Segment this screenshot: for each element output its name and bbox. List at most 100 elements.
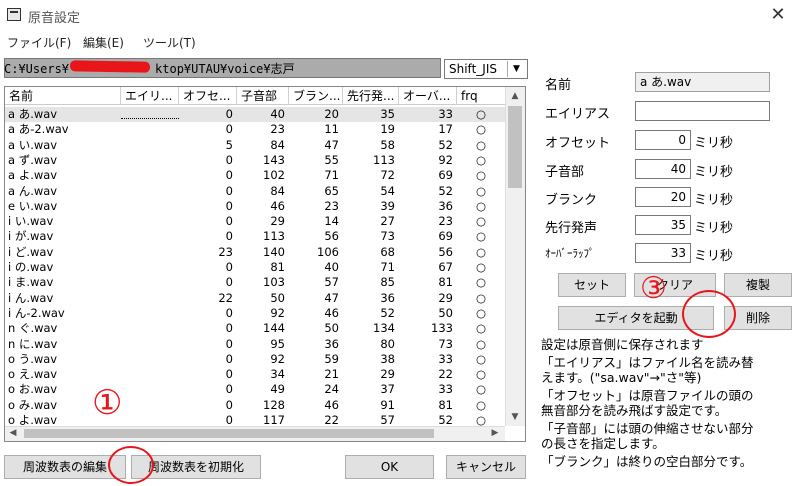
- cell-offset: 0: [225, 214, 233, 229]
- column-header-alias[interactable]: エイリ...: [121, 87, 179, 105]
- cell-alias: [121, 245, 179, 260]
- table-row[interactable]: o え.wav 0 34 21 29 22 ○: [5, 367, 505, 382]
- column-header-name[interactable]: 名前: [5, 87, 121, 105]
- cell-frq: ○: [475, 367, 487, 382]
- cell-preutterance: 85: [380, 275, 395, 290]
- cell-overlap: 73: [438, 336, 453, 351]
- cell-name: i ん.wav: [8, 290, 54, 305]
- cell-frq: ○: [475, 382, 487, 397]
- cell-consonant: 40: [270, 107, 285, 121]
- table-row[interactable]: o う.wav 0 92 59 38 33 ○: [5, 352, 505, 367]
- table-row[interactable]: o み.wav 0 128 46 91 81 ○: [5, 398, 505, 413]
- cell-offset: 0: [225, 305, 233, 320]
- cell-alias: [121, 275, 179, 290]
- title-bar: [0, 0, 800, 30]
- cell-blank: 55: [324, 152, 339, 167]
- vertical-scroll-thumb[interactable]: [508, 106, 522, 188]
- cell-alias: [121, 122, 179, 137]
- cell-blank: 50: [324, 321, 339, 336]
- set-button[interactable]: セット: [558, 273, 626, 297]
- blank-field[interactable]: 20: [635, 187, 691, 207]
- scroll-right-icon[interactable]: ▶: [487, 426, 503, 441]
- cell-frq: ○: [475, 244, 487, 259]
- cell-blank: 56: [324, 229, 339, 244]
- table-header: 名前 エイリ... オフセ... 子音部 ブラン... 先行発... オーバ..…: [5, 87, 505, 105]
- ok-button[interactable]: OK: [345, 455, 434, 479]
- cell-overlap: 92: [438, 152, 453, 167]
- column-header-frq[interactable]: frq: [457, 87, 505, 105]
- cell-overlap: 33: [438, 107, 453, 121]
- blank-label: ブランク: [545, 193, 598, 208]
- preutterance-unit: ミリ秒: [694, 221, 734, 236]
- menu-edit[interactable]: 編集(E): [83, 34, 124, 51]
- cell-offset: 0: [225, 382, 233, 397]
- duplicate-button[interactable]: 複製: [724, 273, 792, 297]
- table-row[interactable]: i い.wav 0 29 14 27 23 ○: [5, 214, 505, 229]
- column-header-overlap[interactable]: オーバ...: [399, 87, 457, 105]
- cell-overlap: 33: [438, 351, 453, 366]
- alias-field[interactable]: [635, 101, 770, 121]
- chevron-down-icon[interactable]: ▼: [507, 61, 525, 77]
- column-header-consonant[interactable]: 子音部: [237, 87, 289, 105]
- cell-name: i ま.wav: [8, 275, 54, 290]
- consonant-field[interactable]: 40: [635, 159, 691, 179]
- table-row[interactable]: n ぐ.wav 0 144 50 134 133 ○: [5, 321, 505, 336]
- cell-consonant: 113: [263, 229, 285, 244]
- name-field: a あ.wav: [635, 72, 770, 92]
- cell-preutterance: 35: [380, 107, 395, 121]
- table-row[interactable]: a あ-2.wav 0 23 11 19 17 ○: [5, 122, 505, 137]
- cell-preutterance: 58: [380, 137, 395, 152]
- table-row[interactable]: a あ.wav 0 40 20 35 33 ○: [5, 107, 505, 122]
- preutterance-field[interactable]: 35: [635, 215, 691, 235]
- overlap-field[interactable]: 33: [635, 243, 691, 263]
- table-row[interactable]: a よ.wav 0 102 71 72 69 ○: [5, 168, 505, 183]
- table-row[interactable]: e い.wav 0 46 23 39 36 ○: [5, 199, 505, 214]
- table-row[interactable]: i の.wav 0 81 40 71 67 ○: [5, 260, 505, 275]
- cell-preutterance: 52: [380, 305, 395, 320]
- menu-tools[interactable]: ツール(T): [143, 34, 196, 51]
- cell-alias: [121, 306, 179, 321]
- cell-name: n に.wav: [8, 336, 58, 351]
- cancel-button[interactable]: キャンセル: [446, 455, 526, 479]
- cell-alias: [121, 107, 179, 119]
- offset-field[interactable]: 0: [635, 130, 691, 150]
- table-row[interactable]: a ん.wav 0 84 65 54 52 ○: [5, 184, 505, 199]
- horizontal-scroll-thumb[interactable]: [24, 429, 434, 438]
- cell-consonant: 23: [270, 122, 285, 137]
- table-row[interactable]: i ん-2.wav 0 92 46 52 50 ○: [5, 306, 505, 321]
- cell-overlap: 17: [438, 122, 453, 137]
- column-header-offset[interactable]: オフセ...: [179, 87, 237, 105]
- cell-frq: ○: [475, 168, 487, 183]
- cell-name: o え.wav: [8, 367, 58, 382]
- table-row[interactable]: i ま.wav 0 103 57 85 81 ○: [5, 275, 505, 290]
- path-suffix: ktop¥UTAU¥voice¥志戸: [155, 62, 295, 76]
- cell-frq: ○: [475, 107, 487, 121]
- table-row[interactable]: i が.wav 0 113 56 73 69 ○: [5, 229, 505, 244]
- cell-offset: 0: [225, 397, 233, 412]
- cell-blank: 57: [324, 275, 339, 290]
- scroll-left-icon[interactable]: ◀: [5, 426, 21, 441]
- scroll-up-icon[interactable]: ▲: [505, 87, 525, 105]
- table-row[interactable]: a ず.wav 0 143 55 113 92 ○: [5, 153, 505, 168]
- cell-offset: 22: [218, 290, 233, 305]
- menu-file[interactable]: ファイル(F): [7, 34, 71, 51]
- cell-blank: 11: [324, 122, 339, 137]
- table-row[interactable]: o お.wav 0 49 24 37 33 ○: [5, 382, 505, 397]
- cell-consonant: 29: [270, 214, 285, 229]
- cell-blank: 24: [324, 382, 339, 397]
- scroll-down-icon[interactable]: ▼: [505, 408, 525, 426]
- cell-overlap: 81: [438, 275, 453, 290]
- column-header-preutterance[interactable]: 先行発...: [343, 87, 399, 105]
- cell-blank: 21: [324, 367, 339, 382]
- preutterance-label: 先行発声: [545, 221, 598, 236]
- column-header-blank[interactable]: ブラン...: [289, 87, 343, 105]
- table-row[interactable]: n に.wav 0 95 36 80 73 ○: [5, 337, 505, 352]
- cell-blank: 106: [317, 244, 339, 259]
- cell-overlap: 133: [431, 321, 453, 336]
- cell-offset: 0: [225, 152, 233, 167]
- table-row[interactable]: i ど.wav 23 140 106 68 56 ○: [5, 245, 505, 260]
- table-row[interactable]: a い.wav 5 84 47 58 52 ○: [5, 138, 505, 153]
- close-icon[interactable]: ✕: [760, 2, 796, 28]
- cell-offset: 0: [225, 321, 233, 336]
- table-row[interactable]: i ん.wav 22 50 47 36 29 ○: [5, 291, 505, 306]
